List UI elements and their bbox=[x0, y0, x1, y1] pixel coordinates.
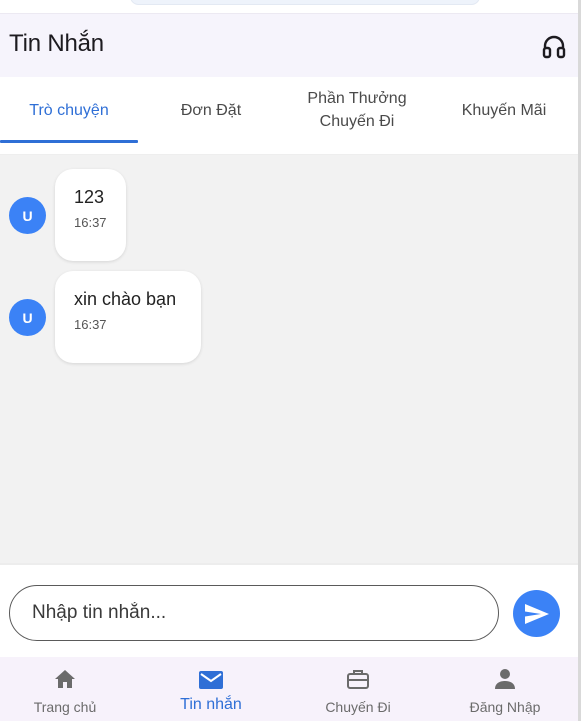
message-input-wrapper bbox=[9, 585, 499, 641]
tab-trip-rewards-label: Phần Thưởng Chuyến Đi bbox=[307, 87, 406, 133]
tab-trip-rewards-line2: Chuyến Đi bbox=[319, 113, 395, 130]
tab-trip-rewards[interactable]: Phần Thưởng Chuyến Đi bbox=[284, 77, 430, 143]
tab-chat-label: Trò chuyện bbox=[29, 101, 109, 119]
message-text: xin chào bạn bbox=[74, 289, 177, 309]
message-bubble[interactable]: xin chào bạn 16:37 bbox=[55, 271, 201, 363]
briefcase-icon bbox=[347, 670, 369, 689]
nav-home[interactable]: Trang chủ bbox=[0, 657, 130, 721]
home-icon bbox=[55, 670, 75, 688]
avatar: U bbox=[9, 197, 46, 234]
message-text: 123 bbox=[74, 187, 105, 207]
nav-trips[interactable]: Chuyến Đi bbox=[293, 657, 423, 721]
tab-promotions[interactable]: Khuyến Mãi bbox=[430, 77, 578, 143]
tab-bar: Trò chuyện Đơn Đặt Phần Thưởng Chuyến Đi… bbox=[0, 77, 581, 155]
nav-login[interactable]: Đăng Nhập bbox=[440, 657, 570, 721]
tab-promotions-label: Khuyến Mãi bbox=[461, 101, 547, 119]
top-strip bbox=[0, 0, 581, 13]
top-search-pill bbox=[130, 0, 480, 5]
message-input[interactable] bbox=[32, 586, 482, 639]
app-bar: Tin Nhắn bbox=[0, 13, 581, 77]
message-bubble[interactable]: 123 16:37 bbox=[55, 169, 126, 261]
nav-messages[interactable]: Tin nhắn bbox=[146, 657, 276, 721]
tab-chat[interactable]: Trò chuyện bbox=[0, 77, 138, 143]
nav-home-label: Trang chủ bbox=[33, 699, 97, 715]
chat-message-list[interactable]: U 123 16:37 U xin chào bạn 16:37 bbox=[0, 155, 578, 563]
message-composer bbox=[0, 563, 578, 657]
nav-login-label: Đăng Nhập bbox=[469, 699, 541, 715]
nav-trips-label: Chuyến Đi bbox=[325, 699, 391, 715]
headset-icon bbox=[542, 35, 566, 59]
send-button[interactable] bbox=[513, 590, 560, 637]
avatar: U bbox=[9, 299, 46, 336]
tab-trip-rewards-line1: Phần Thưởng bbox=[307, 90, 407, 107]
message-time: 16:37 bbox=[74, 215, 107, 230]
person-icon bbox=[495, 669, 515, 689]
active-tab-indicator bbox=[0, 140, 138, 143]
tab-orders-label: Đơn Đặt bbox=[180, 101, 242, 119]
app-root: Tin Nhắn Trò chuyện Đơn Đặt Phần Thưởng … bbox=[0, 0, 581, 721]
tab-orders[interactable]: Đơn Đặt bbox=[138, 77, 284, 143]
page-title: Tin Nhắn bbox=[9, 30, 104, 57]
message-time: 16:37 bbox=[74, 317, 107, 332]
mail-icon bbox=[199, 671, 223, 689]
send-icon bbox=[524, 603, 549, 624]
nav-messages-label: Tin nhắn bbox=[180, 696, 242, 713]
support-button[interactable] bbox=[540, 32, 568, 62]
bottom-navigation: Trang chủ Tin nhắn Chuyến Đi Đăng Nhập bbox=[0, 657, 578, 721]
